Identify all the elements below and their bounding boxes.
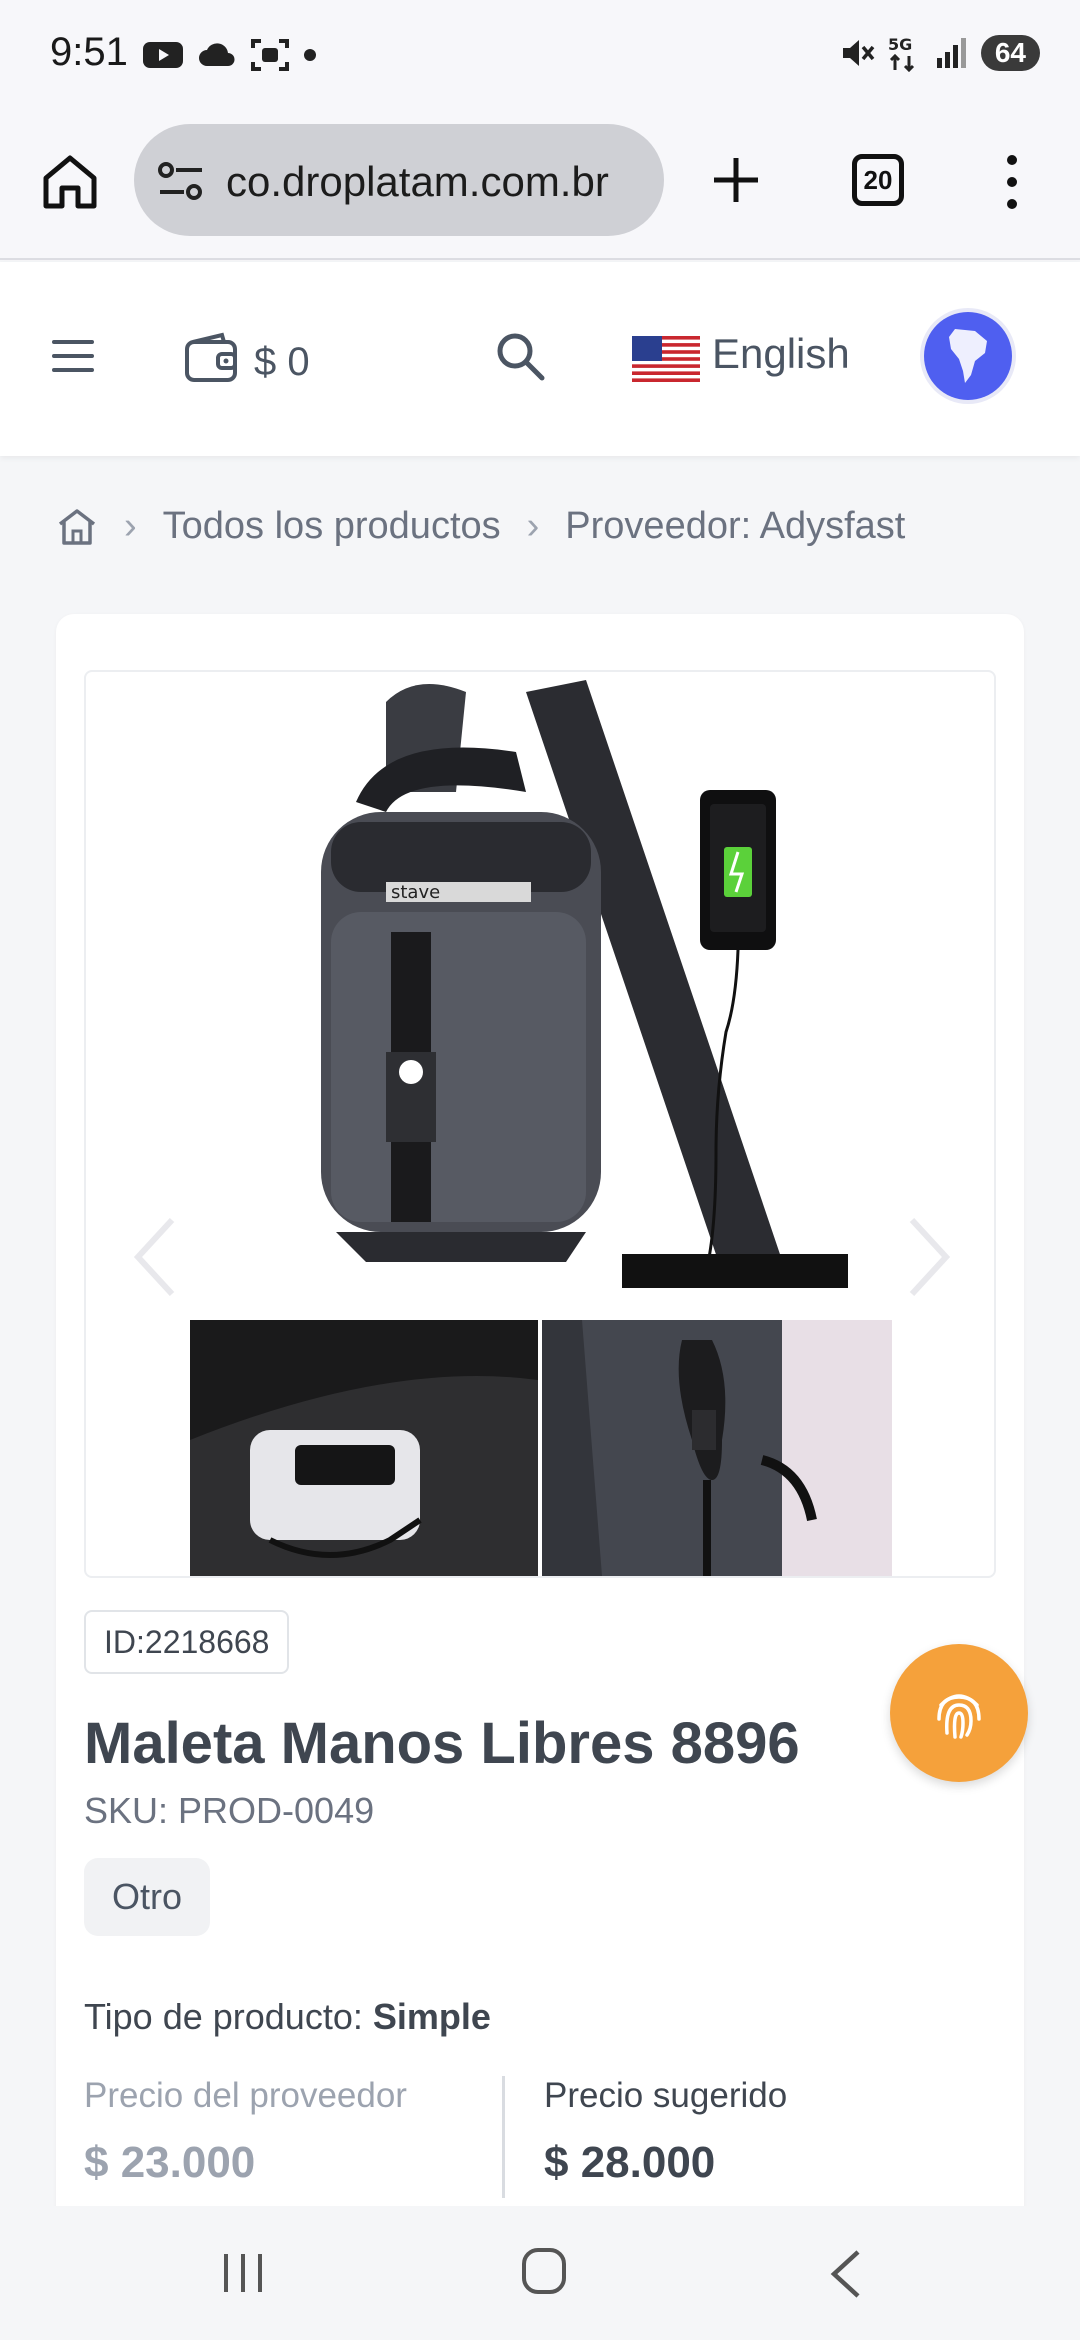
usb-port-illustration (542, 1320, 892, 1576)
product-sku: SKU: PROD-0049 (84, 1790, 375, 1831)
suggested-price-label: Precio sugerido (544, 2076, 788, 2115)
url-text: co.droplatam.com.br (226, 158, 609, 205)
status-time: 9:51 (50, 30, 128, 74)
redaction-bar (622, 1254, 848, 1288)
product-image-logo-text: stave (391, 882, 440, 903)
fingerprint-fab[interactable] (890, 1644, 1028, 1782)
product-card: stave ID:2218668 Maleta Manos Libres 889… (56, 614, 1024, 2314)
new-tab-button[interactable] (708, 152, 764, 208)
product-type-label: Tipo de producto: (84, 1996, 363, 2037)
svg-text:5G: 5G (888, 35, 912, 54)
region-avatar[interactable] (924, 312, 1012, 400)
home-button[interactable] (520, 2246, 568, 2296)
category-tag[interactable]: Otro (84, 1858, 211, 1936)
wallet-balance[interactable]: $ 0 (254, 340, 310, 385)
language-selector[interactable]: English (712, 330, 850, 378)
breadcrumb: › Todos los productos › Proveedor: Adysf… (56, 505, 905, 548)
back-button[interactable] (826, 2246, 866, 2302)
system-navigation-bar (0, 2206, 1080, 2340)
screenshot-icon (251, 39, 289, 71)
browser-toolbar: co.droplatam.com.br 20 (0, 112, 1080, 260)
home-icon[interactable] (56, 506, 98, 548)
product-image-carousel[interactable]: stave (84, 670, 996, 1578)
hamburger-menu-icon[interactable] (52, 338, 94, 374)
status-system-icons: 5G 64 (839, 34, 1040, 72)
product-detail-image-powerbank (190, 1320, 538, 1576)
product-detail-image-usb-port (542, 1320, 892, 1576)
price-divider (502, 2076, 505, 2198)
product-id-chip: ID:2218668 (84, 1610, 290, 1674)
status-bar: 9:51 5G 64 (0, 0, 1080, 112)
youtube-icon (143, 42, 183, 68)
south-america-map-icon (949, 329, 987, 383)
supplier-price-label: Precio del proveedor (84, 2076, 407, 2115)
5g-icon: 5G (888, 35, 914, 72)
browser-home-button[interactable] (40, 152, 100, 212)
breadcrumb-supplier[interactable]: Proveedor: Adysfast (565, 505, 905, 548)
recent-apps-button[interactable] (218, 2250, 268, 2296)
signal-icon (936, 38, 966, 68)
breadcrumb-all-products[interactable]: Todos los productos (163, 505, 501, 548)
product-type: Tipo de producto: Simple (84, 1996, 491, 2038)
status-notification-icons (143, 38, 317, 72)
us-flag-icon[interactable] (632, 336, 700, 382)
dot-icon (304, 49, 316, 61)
breadcrumb-separator: › (526, 505, 540, 547)
more-menu-icon[interactable] (1000, 152, 1024, 212)
site-header: $ 0 English (0, 262, 1080, 456)
site-settings-icon[interactable] (156, 158, 206, 204)
product-title: Maleta Manos Libres 8896 (84, 1711, 800, 1776)
carousel-next-arrow[interactable] (904, 1212, 954, 1302)
search-icon[interactable] (494, 330, 546, 382)
breadcrumb-separator: › (124, 505, 137, 547)
carousel-prev-arrow[interactable] (130, 1212, 180, 1302)
cloud-icon (199, 43, 235, 66)
suggested-price-value: $ 28.000 (544, 2138, 716, 2187)
wallet-icon[interactable] (184, 332, 240, 384)
supplier-price-block: Precio del proveedor $ 23.000 (84, 2076, 407, 2188)
tab-switcher-button[interactable]: 20 (852, 154, 904, 206)
product-type-value: Simple (372, 1996, 491, 2037)
powerbank-illustration (190, 1320, 538, 1576)
battery-icon: 64 (980, 35, 1040, 71)
address-bar[interactable]: co.droplatam.com.br (134, 124, 664, 236)
fingerprint-icon (937, 1694, 981, 1739)
supplier-price-value: $ 23.000 (84, 2138, 256, 2187)
suggested-price-block: Precio sugerido $ 28.000 (544, 2076, 787, 2188)
mute-icon (842, 40, 875, 66)
